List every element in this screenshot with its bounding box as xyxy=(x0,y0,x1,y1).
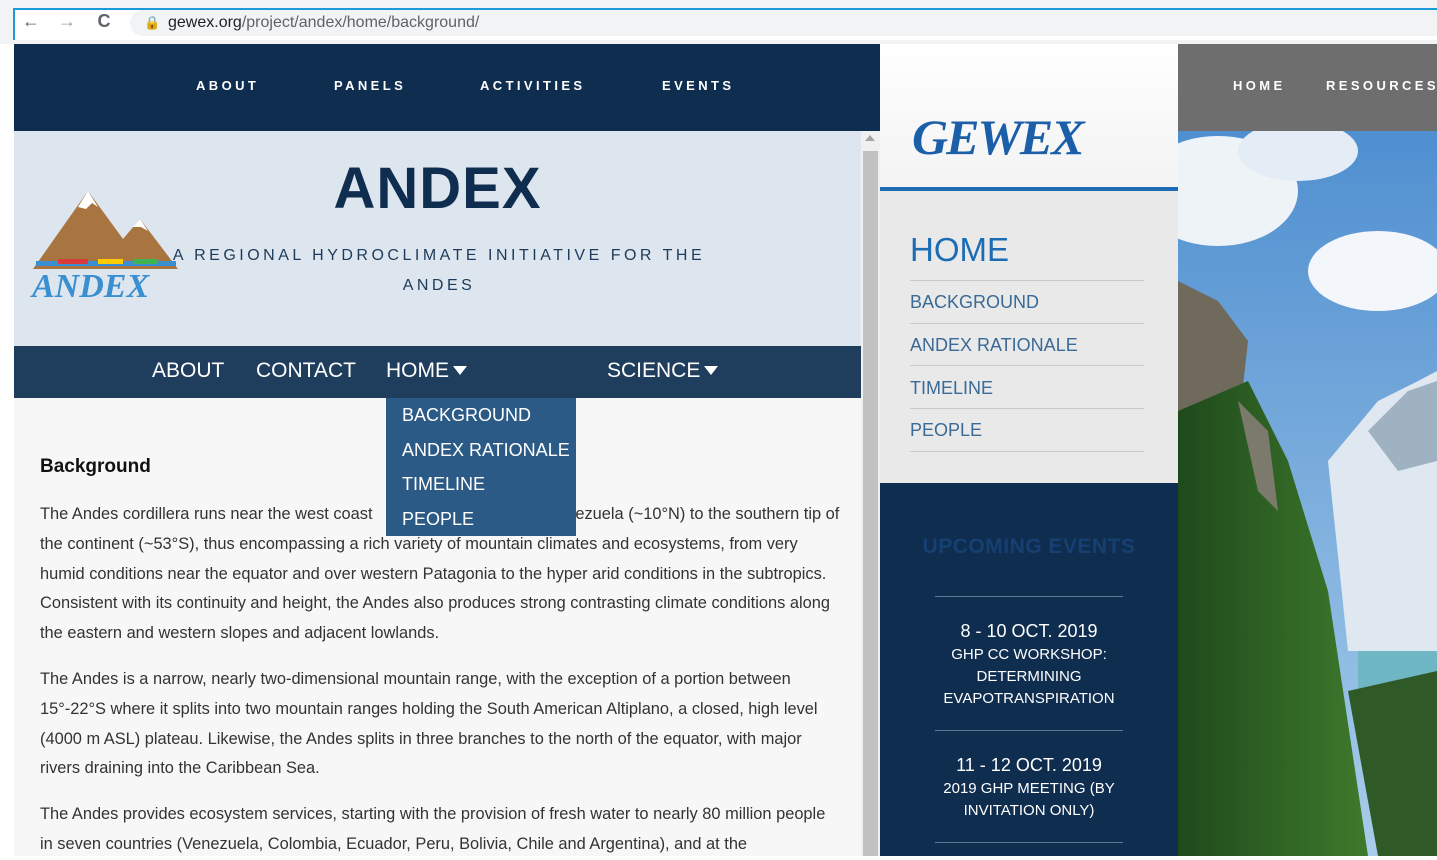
paragraph-1-start: The Andes cordillera runs near the west … xyxy=(40,505,373,523)
subnav-home-label: HOME xyxy=(386,359,449,382)
url-host: gewex.org xyxy=(168,14,242,31)
divider xyxy=(910,323,1144,324)
event-link[interactable]: 2019 GHP MEETING (BY INVITATION ONLY) xyxy=(920,778,1138,822)
divider xyxy=(910,365,1144,366)
side-menu-background[interactable]: BACKGROUND xyxy=(910,292,1039,313)
forward-icon[interactable]: → xyxy=(56,10,78,32)
site-title: ANDEX xyxy=(333,156,542,221)
paragraph-3: The Andes provides ecosystem services, s… xyxy=(40,805,826,853)
gewex-top-nav: ABOUT PANELS ACTIVITIES EVENTS xyxy=(14,44,880,131)
topnav-about[interactable]: ABOUT xyxy=(196,78,259,93)
side-menu-timeline[interactable]: TIMELINE xyxy=(910,378,993,399)
subnav-science-label: SCIENCE xyxy=(607,359,701,382)
andex-header: ANDEX ANDEX A REGIONAL HYDROCLIMATE INIT… xyxy=(14,131,861,346)
upcoming-events-panel: UPCOMING EVENTS 8 - 10 OCT. 2019 GHP CC … xyxy=(880,483,1178,856)
event-date: 8 - 10 OCT. 2019 xyxy=(960,621,1098,641)
events-title: UPCOMING EVENTS xyxy=(922,535,1136,558)
subnav-about[interactable]: ABOUT xyxy=(152,359,224,383)
mountain-photo xyxy=(1178,131,1437,856)
chevron-down-icon xyxy=(453,366,467,375)
dropdown-item-timeline[interactable]: TIMELINE xyxy=(402,474,485,495)
divider xyxy=(935,730,1123,731)
subtitle-line-2: ANDES xyxy=(402,277,476,294)
dropdown-item-people[interactable]: PEOPLE xyxy=(402,509,474,530)
right-nav-resources[interactable]: RESOURCES xyxy=(1326,78,1437,93)
chevron-down-icon xyxy=(704,366,719,375)
paragraph-1-cont: enezuela (~10°N) to the southern xyxy=(557,505,800,523)
right-nav-home[interactable]: HOME xyxy=(1233,78,1286,93)
subtitle-line-1: A REGIONAL HYDROCLIMATE INITIATIVE FOR T… xyxy=(172,247,706,264)
page-heading: Background xyxy=(40,456,151,477)
url-path: /project/andex/home/background/ xyxy=(241,14,480,31)
side-menu-home[interactable]: HOME xyxy=(910,231,1009,269)
topnav-activities[interactable]: ACTIVITIES xyxy=(480,78,586,93)
gewex-side-menu: HOME BACKGROUND ANDEX RATIONALE TIMELINE… xyxy=(880,191,1178,483)
back-icon[interactable]: ← xyxy=(20,10,42,32)
dropdown-item-background[interactable]: BACKGROUND xyxy=(402,405,531,426)
lock-icon: 🔒 xyxy=(144,15,161,30)
scrollbar-thumb[interactable] xyxy=(863,151,878,856)
gewex-logo-area: GEWEX xyxy=(880,44,1178,188)
scroll-up-icon[interactable] xyxy=(865,135,875,141)
paragraph-2: The Andes is a narrow, nearly two-dimens… xyxy=(40,670,818,778)
subnav-contact[interactable]: CONTACT xyxy=(256,359,356,383)
divider xyxy=(935,842,1123,843)
side-menu-rationale[interactable]: ANDEX RATIONALE xyxy=(910,335,1078,356)
subnav-science[interactable]: SCIENCE xyxy=(607,359,719,383)
side-menu-people[interactable]: PEOPLE xyxy=(910,420,982,441)
reload-icon[interactable]: C xyxy=(93,10,115,32)
topnav-events[interactable]: EVENTS xyxy=(662,78,734,93)
gewex-logo[interactable]: GEWEX xyxy=(910,106,1150,166)
andex-subnav: ABOUT CONTACT HOME SCIENCE xyxy=(14,346,861,398)
site-subtitle: A REGIONAL HYDROCLIMATE INITIATIVE FOR T… xyxy=(169,241,709,301)
right-top-nav: HOME RESOURCES xyxy=(1178,44,1437,131)
divider xyxy=(910,408,1144,409)
event-link[interactable]: GHP CC WORKSHOP: DETERMINING EVAPOTRANSP… xyxy=(920,644,1138,710)
divider xyxy=(910,280,1144,281)
subnav-home[interactable]: HOME xyxy=(386,359,467,383)
topnav-panels[interactable]: PANELS xyxy=(334,78,406,93)
home-dropdown-menu: BACKGROUND ANDEX RATIONALE TIMELINE PEOP… xyxy=(386,398,576,536)
dropdown-item-rationale[interactable]: ANDEX RATIONALE xyxy=(402,440,570,461)
address-bar[interactable]: 🔒 gewex.org/project/andex/home/backgroun… xyxy=(130,10,1437,36)
scrollbar[interactable] xyxy=(861,131,880,856)
svg-text:ANDEX: ANDEX xyxy=(30,268,150,299)
gewex-logo-text: GEWEX xyxy=(912,109,1086,165)
divider xyxy=(935,596,1123,597)
event-date: 11 - 12 OCT. 2019 xyxy=(956,755,1102,775)
divider xyxy=(910,451,1144,452)
browser-toolbar: ← → C 🔒 gewex.org/project/andex/home/bac… xyxy=(0,0,1437,44)
